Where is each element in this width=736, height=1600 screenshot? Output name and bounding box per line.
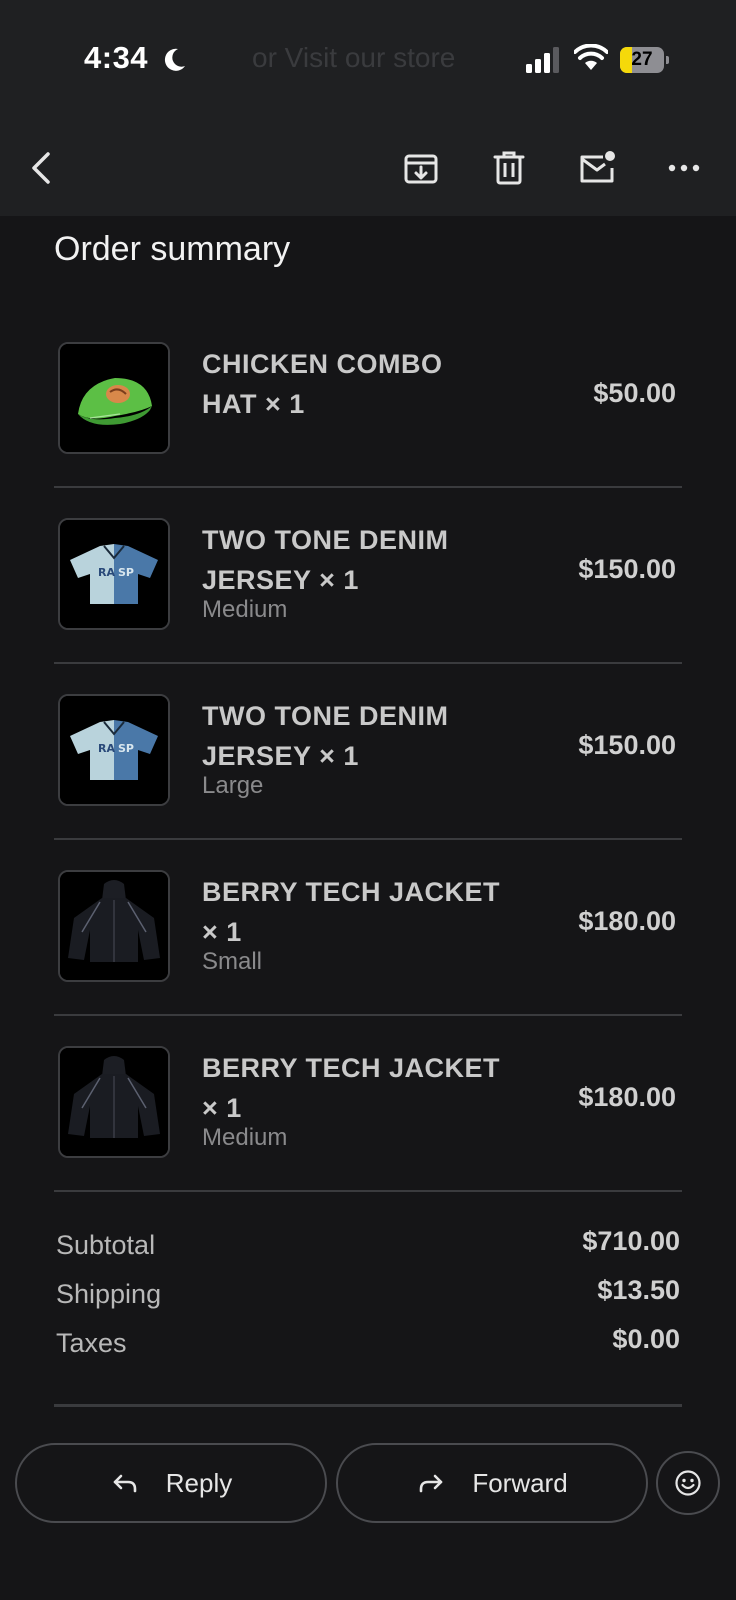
order-item: BERRY TECH JACKET × 1 Small $180.00 [54, 840, 682, 1016]
email-toolbar [0, 120, 736, 216]
order-item: RA SP TWO TONE DENIM JERSEY × 1 Medium $… [54, 488, 682, 664]
back-button[interactable] [16, 142, 68, 194]
delete-button[interactable] [483, 142, 535, 194]
wifi-icon [574, 44, 608, 70]
battery-indicator: 27 [620, 47, 670, 73]
item-name: CHICKEN COMBO HAT × 1 [202, 349, 443, 419]
item-name: TWO TONE DENIM JERSEY × 1 [202, 701, 449, 771]
svg-text:SP: SP [118, 742, 134, 755]
more-icon [668, 164, 700, 172]
obscured-header-text: or Visit our store [252, 42, 456, 73]
item-variant: Small [202, 948, 263, 975]
total-value: $0.00 [612, 1324, 680, 1354]
green-hat-image [60, 344, 168, 452]
svg-text:RA: RA [98, 742, 115, 755]
mark-unread-button[interactable] [571, 142, 623, 194]
denim-jersey-image: RA SP [60, 520, 168, 628]
back-arrow-icon [32, 152, 50, 184]
forward-icon [420, 1474, 443, 1493]
item-price: $180.00 [578, 1082, 676, 1112]
total-label: Taxes [56, 1328, 127, 1358]
trash-icon [493, 151, 525, 185]
item-image [58, 870, 170, 982]
svg-text:RA: RA [98, 566, 115, 579]
total-label: Subtotal [56, 1230, 156, 1260]
subtotal-row: Subtotal $710.00 [54, 1222, 682, 1271]
black-jacket-image [60, 1048, 168, 1156]
item-variant: Medium [202, 1124, 288, 1151]
forward-label: Forward [472, 1467, 568, 1498]
item-variant: Large [202, 772, 264, 799]
item-name: TWO TONE DENIM JERSEY × 1 [202, 525, 449, 595]
order-item: BERRY TECH JACKET × 1 Medium $180.00 [54, 1016, 682, 1192]
item-variant: Medium [202, 596, 288, 623]
item-image: RA SP [58, 694, 170, 806]
divider [54, 1404, 682, 1407]
item-price: $150.00 [578, 554, 676, 584]
archive-icon [404, 154, 438, 184]
item-image [58, 342, 170, 454]
black-jacket-image [60, 872, 168, 980]
taxes-row: Taxes $0.00 [54, 1320, 682, 1369]
reply-button[interactable]: Reply [15, 1443, 327, 1523]
item-price: $50.00 [593, 378, 676, 408]
item-price: $150.00 [578, 730, 676, 760]
order-item: CHICKEN COMBO HAT × 1 $50.00 [54, 312, 682, 488]
reply-label: Reply [165, 1467, 233, 1498]
status-bar: 4:34 or Visit our store 27 [0, 0, 736, 120]
item-name: BERRY TECH JACKET × 1 [202, 877, 501, 947]
mail-unread-icon [580, 151, 615, 183]
shipping-row: Shipping $13.50 [54, 1271, 682, 1320]
item-image: RA SP [58, 518, 170, 630]
order-summary-title: Order summary [54, 230, 291, 268]
moon-icon [164, 48, 185, 71]
cellular-signal-icon [526, 47, 559, 73]
item-name: BERRY TECH JACKET × 1 [202, 1053, 501, 1123]
total-label: Shipping [56, 1279, 162, 1309]
archive-button[interactable] [395, 142, 447, 194]
emoji-reaction-icon [675, 1470, 701, 1496]
denim-jersey-image: RA SP [60, 696, 168, 804]
reply-icon [113, 1474, 137, 1493]
order-totals: Subtotal $710.00 Shipping $13.50 Taxes $… [54, 1222, 682, 1369]
svg-text:SP: SP [118, 566, 134, 579]
status-time: 4:34 [84, 40, 149, 75]
item-price: $180.00 [578, 906, 676, 936]
battery-percent: 27 [631, 49, 653, 70]
forward-button[interactable]: Forward [336, 1443, 648, 1523]
emoji-reaction-button[interactable] [656, 1451, 720, 1515]
total-value: $710.00 [582, 1226, 680, 1256]
order-item: RA SP TWO TONE DENIM JERSEY × 1 Large $1… [54, 664, 682, 840]
item-image [58, 1046, 170, 1158]
more-options-button[interactable] [658, 142, 710, 194]
total-value: $13.50 [597, 1275, 680, 1305]
